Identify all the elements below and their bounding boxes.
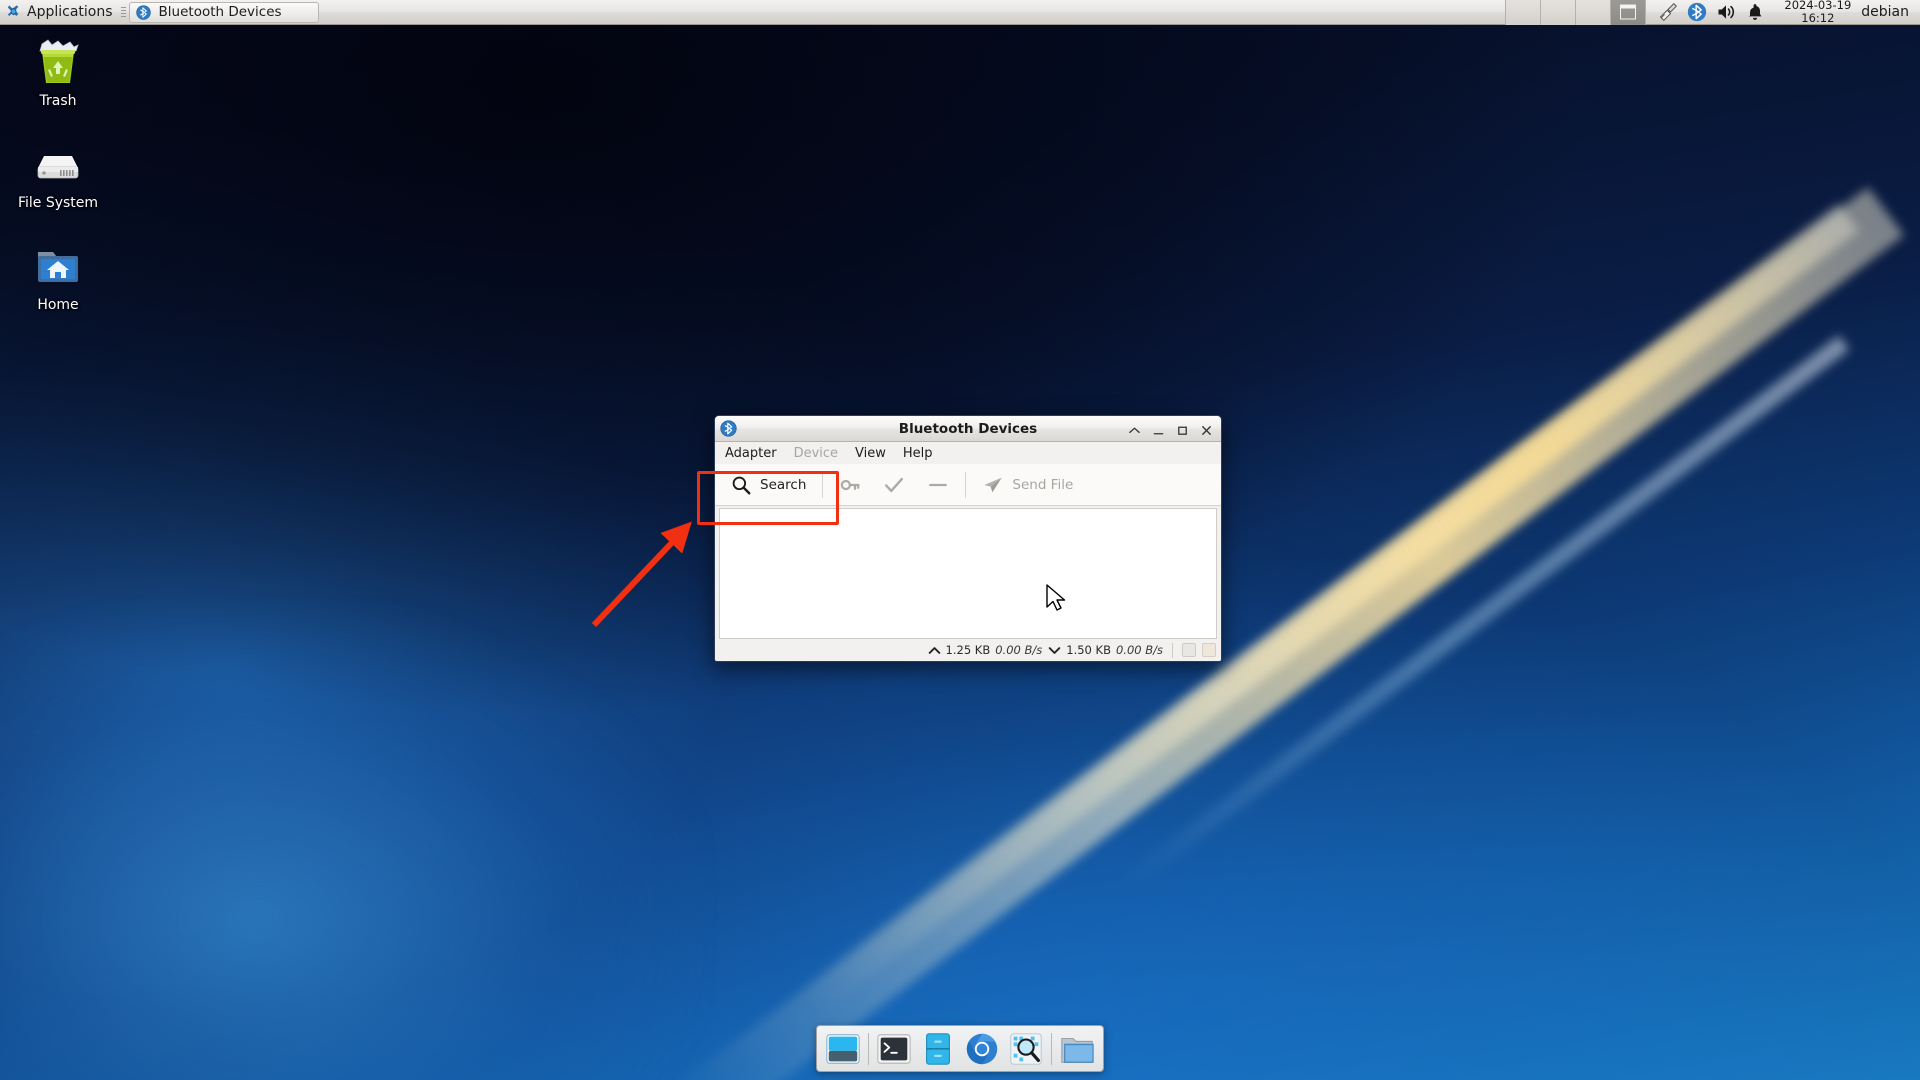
top-panel: Applications Bluetooth Devices 2024-03-1… — [0, 0, 1920, 25]
dock — [816, 1025, 1104, 1072]
upload-stat: 1.25 KB 0.00 B/s — [928, 643, 1043, 657]
terminal-icon[interactable] — [874, 1029, 914, 1069]
paper-plane-icon — [982, 474, 1004, 496]
applications-menu-button[interactable]: Applications — [0, 0, 120, 24]
window-controls — [1128, 422, 1217, 435]
desktop-icon-home[interactable]: Home — [6, 240, 110, 313]
network-wired-icon[interactable] — [1658, 2, 1678, 22]
window-statusbar: 1.25 KB 0.00 B/s 1.50 KB 0.00 B/s — [715, 639, 1221, 661]
home-folder-icon — [32, 240, 84, 292]
bluetooth-tray-icon[interactable] — [1687, 2, 1707, 22]
bluetooth-devices-window: Bluetooth Devices Adapter Device View He… — [714, 415, 1222, 662]
close-button[interactable] — [1200, 422, 1213, 435]
taskbar-item-label: Bluetooth Devices — [158, 4, 282, 20]
shade-button[interactable] — [1128, 422, 1141, 435]
download-size: 1.50 KB — [1066, 643, 1111, 657]
volume-icon[interactable] — [1716, 2, 1736, 22]
upload-size: 1.25 KB — [945, 643, 991, 657]
download-rate: 0.00 B/s — [1115, 643, 1163, 657]
workspace-1[interactable] — [1506, 0, 1542, 25]
desktop-icon-label: Home — [37, 297, 79, 313]
transfer-status-icon[interactable] — [1202, 643, 1216, 657]
key-icon — [839, 474, 861, 496]
menu-device: Device — [793, 445, 839, 461]
trash-icon — [32, 36, 84, 88]
workspace-4[interactable] — [1611, 0, 1647, 25]
minimize-button[interactable] — [1152, 422, 1165, 435]
toolbar-separator — [965, 471, 967, 498]
window-toolbar: Search Send File — [715, 464, 1221, 506]
magnifier-icon — [730, 474, 752, 496]
trust-button — [872, 468, 916, 502]
statusbar-separator — [1172, 642, 1173, 658]
dock-separator — [868, 1032, 869, 1065]
desktop-icon-label: Trash — [39, 93, 77, 109]
desktop-icon-label: File System — [17, 195, 99, 211]
show-desktop-icon[interactable] — [823, 1029, 863, 1069]
send-file-button: Send File — [971, 468, 1084, 502]
upload-rate: 0.00 B/s — [995, 643, 1043, 657]
upload-arrow-icon — [928, 644, 941, 657]
toolbar-separator — [822, 471, 824, 498]
clock[interactable]: 2024-03-19 16:12 — [1774, 0, 1861, 24]
panel-handle[interactable] — [120, 1, 127, 23]
workspace-3[interactable] — [1576, 0, 1612, 25]
pair-button — [828, 468, 872, 502]
xfce-mouse-icon — [5, 4, 22, 21]
checkmark-icon — [883, 474, 905, 496]
download-arrow-icon — [1048, 644, 1061, 657]
bluetooth-icon — [135, 4, 151, 20]
system-tray — [1646, 2, 1774, 22]
username-label[interactable]: debian — [1861, 4, 1920, 20]
notification-bell-icon[interactable] — [1745, 2, 1765, 22]
desktop-icon-file-system[interactable]: File System — [6, 138, 110, 211]
window-titlebar[interactable]: Bluetooth Devices — [715, 416, 1221, 442]
dash-icon — [927, 474, 949, 496]
device-list[interactable] — [719, 508, 1217, 639]
search-button[interactable]: Search — [719, 468, 817, 502]
window-menubar: Adapter Device View Help — [715, 442, 1221, 464]
harddrive-icon — [32, 138, 84, 190]
download-stat: 1.50 KB 0.00 B/s — [1048, 643, 1163, 657]
wallpaper-ray-3 — [1120, 335, 1850, 892]
chromium-icon[interactable] — [962, 1029, 1002, 1069]
taskbar: Bluetooth Devices — [127, 0, 319, 24]
taskbar-item-bluetooth-devices[interactable]: Bluetooth Devices — [128, 1, 319, 23]
adapter-status-icon[interactable] — [1182, 643, 1196, 657]
workspace-switcher — [1505, 0, 1647, 25]
bluetooth-icon — [720, 420, 737, 437]
search-button-label: Search — [760, 476, 807, 493]
menu-view[interactable]: View — [855, 446, 886, 461]
text-editor-icon[interactable] — [918, 1029, 958, 1069]
menu-help[interactable]: Help — [903, 446, 933, 461]
wallpaper-glow — [0, 610, 700, 1080]
remove-button — [916, 468, 960, 502]
maximize-button[interactable] — [1176, 422, 1189, 435]
send-file-label: Send File — [1012, 476, 1074, 493]
applications-menu-label: Applications — [27, 4, 113, 20]
file-manager-icon[interactable] — [1057, 1029, 1097, 1069]
menu-adapter[interactable]: Adapter — [725, 446, 777, 461]
clock-time: 16:12 — [1801, 10, 1835, 25]
clock-date: 2024-03-19 — [1784, 0, 1852, 12]
workspace-2[interactable] — [1541, 0, 1577, 25]
catfish-search-icon[interactable] — [1006, 1029, 1046, 1069]
dock-separator — [1051, 1032, 1052, 1065]
desktop-icon-trash[interactable]: Trash — [6, 36, 110, 109]
